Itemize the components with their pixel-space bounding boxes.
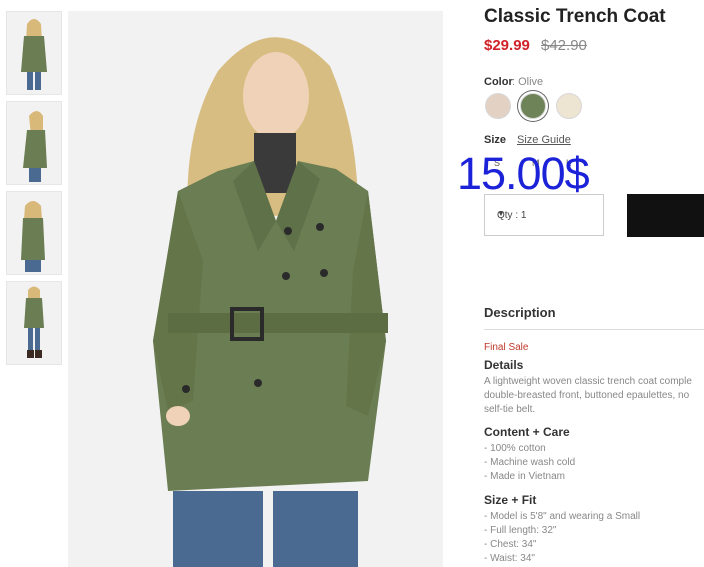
add-to-bag-button[interactable] xyxy=(627,194,704,237)
size-label: Size xyxy=(484,134,507,146)
swatch-beige[interactable] xyxy=(485,93,511,119)
thumbnail-full[interactable] xyxy=(6,281,62,365)
care-line: - Machine wash cold xyxy=(484,457,576,468)
size-guide-link[interactable]: Size Guide xyxy=(517,134,571,146)
swatch-olive[interactable] xyxy=(520,93,546,119)
swatch-cream[interactable] xyxy=(556,93,582,119)
details-line: A lightweight woven classic trench coat … xyxy=(484,376,692,387)
content-care-heading: Content + Care xyxy=(484,425,570,439)
thumbnail-back[interactable] xyxy=(6,191,62,275)
fit-line: - Full length: 32" xyxy=(484,525,557,536)
fit-line: - Model is 5'8" and wearing a Small xyxy=(484,511,641,522)
details-line: self-tie belt. xyxy=(484,404,536,415)
thumbnail-side[interactable] xyxy=(6,101,62,185)
final-sale-label: Final Sale xyxy=(484,342,529,353)
color-label: Color xyxy=(484,76,513,88)
thumbnail-list xyxy=(6,11,62,371)
color-selected-value: : Olive xyxy=(512,76,544,88)
chevron-down-icon: ▼ xyxy=(497,209,505,218)
product-title: Classic Trench Coat xyxy=(484,6,666,27)
care-line: - 100% cotton xyxy=(484,443,546,454)
care-line: - Made in Vietnam xyxy=(484,471,565,482)
fit-line: - Chest: 34" xyxy=(484,539,537,550)
sale-price: $29.99 xyxy=(484,37,530,54)
size-fit-heading: Size + Fit xyxy=(484,493,537,507)
details-heading: Details xyxy=(484,358,524,372)
quantity-select[interactable]: Qty : 1 ▼ xyxy=(484,194,604,236)
details-line: double-breasted front, buttoned epaulett… xyxy=(484,390,690,401)
fit-line: - Waist: 34" xyxy=(484,553,535,564)
overlay-price-annotation: 15.00$ xyxy=(457,148,590,199)
thumbnail-front[interactable] xyxy=(6,11,62,95)
description-heading[interactable]: Description xyxy=(484,305,556,320)
product-main-image[interactable] xyxy=(68,11,443,567)
original-price: $42.90 xyxy=(541,37,587,54)
description-divider xyxy=(484,329,704,330)
